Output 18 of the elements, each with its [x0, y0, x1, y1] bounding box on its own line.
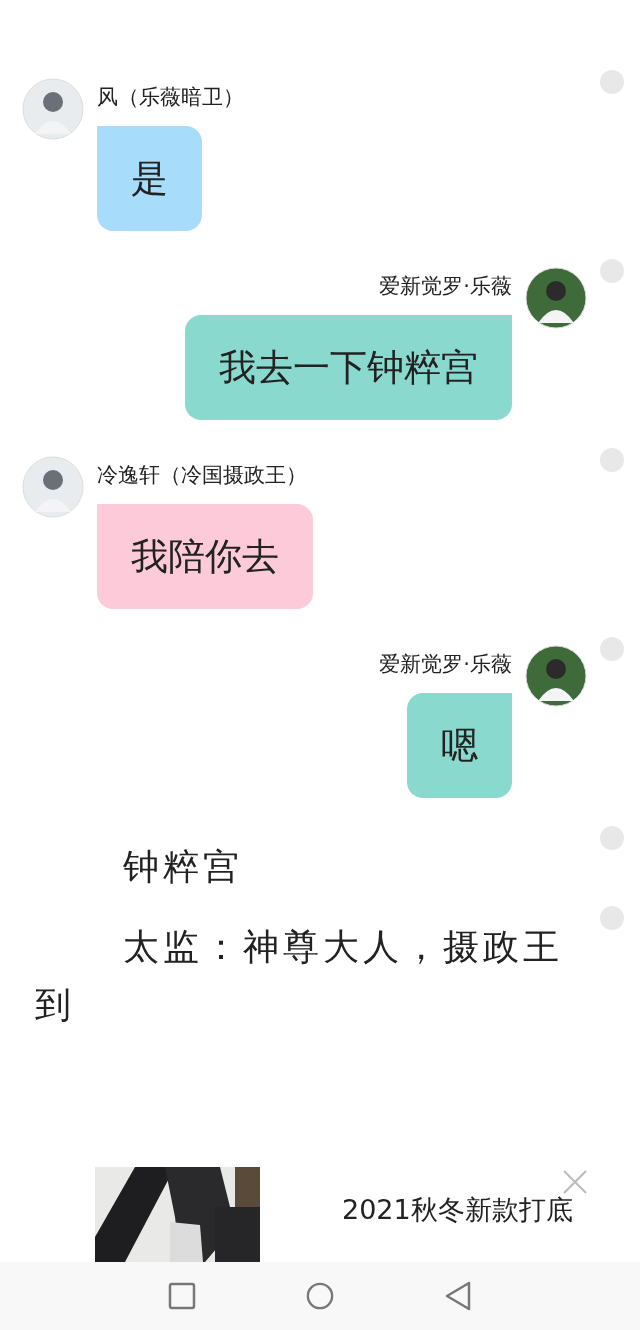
narration-text: 太监：神尊大人，摄政王到 — [35, 925, 564, 1027]
sender-name: 冷逸轩（冷国摄政王） — [97, 462, 307, 489]
avatar-icon — [22, 78, 84, 140]
ad-title: 2021秋冬新款打底 — [342, 1193, 573, 1227]
message-bubble: 我去一下钟粹宫 — [185, 315, 512, 420]
square-icon[interactable] — [168, 1281, 196, 1311]
message-bubble: 是 — [97, 126, 202, 231]
message-bubble: 嗯 — [407, 693, 512, 798]
sender-name: 爱新觉罗·乐薇 — [379, 651, 512, 678]
circle-icon[interactable] — [306, 1281, 334, 1311]
sender-name: 风（乐薇暗卫） — [97, 84, 244, 111]
message-bubble: 我陪你去 — [97, 504, 313, 609]
triangle-icon[interactable] — [444, 1281, 472, 1311]
avatar-icon — [22, 456, 84, 518]
sender-name: 爱新觉罗·乐薇 — [379, 273, 512, 300]
avatar-icon — [525, 267, 587, 329]
narration-text: 钟粹宫 — [122, 845, 244, 889]
avatar-icon — [525, 645, 587, 707]
